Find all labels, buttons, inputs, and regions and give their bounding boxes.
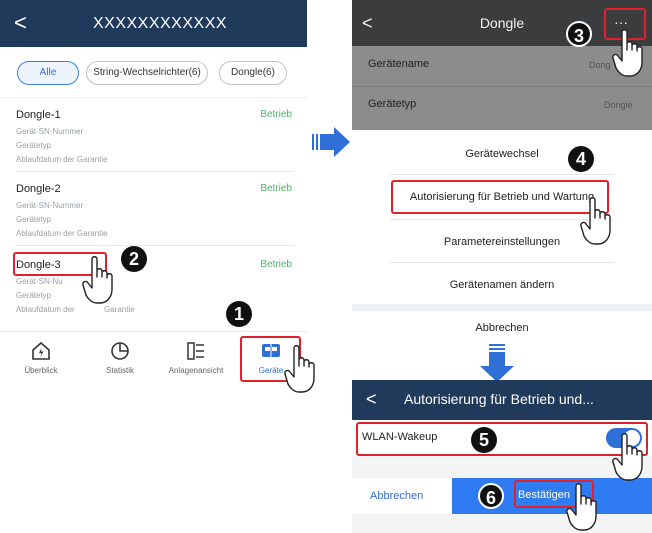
authorization-title: Autorisierung für Betrieb und... [404, 391, 594, 407]
step-badge-2: 2 [121, 246, 147, 272]
bottom-nav-divider [0, 331, 307, 332]
step-badge-6: 6 [478, 483, 504, 509]
divider [352, 86, 652, 87]
plant-title: XXXXXXXXXXXX [92, 15, 228, 32]
device-name-label: Gerätename [368, 58, 430, 70]
device-type-value: Dongle [604, 100, 633, 110]
filter-chip-string-inverter[interactable]: String-Wechselrichter(6) [86, 61, 208, 85]
menu-item-device-replacement[interactable]: Gerätewechsel [352, 148, 652, 160]
device-warranty: Ablaufdatum der Garantie [16, 155, 108, 164]
device-type-label: Gerätetyp [368, 98, 417, 110]
device-type: Gerätetyp [16, 141, 52, 150]
hand-pointer-icon [566, 483, 597, 531]
highlight-wlan-wakeup [356, 422, 648, 456]
filter-chip-dongle[interactable]: Dongle(6) [219, 61, 287, 85]
hand-pointer-icon [580, 197, 611, 245]
step-badge-5: 5 [471, 427, 497, 453]
divider [352, 304, 652, 311]
menu-item-rename-device[interactable]: Gerätenamen ändern [352, 279, 652, 291]
device-sn: Gerät-SN-Nu [16, 277, 63, 286]
device-warranty: Ablaufdatum der [16, 305, 75, 314]
cancel-button[interactable]: Abbrechen [370, 490, 423, 502]
hand-pointer-icon [612, 29, 643, 77]
device-type: Gerätetyp [16, 291, 52, 300]
step-badge-3: 3 [566, 21, 592, 47]
arrow-right-icon [312, 127, 350, 157]
device-name: Dongle-1 [16, 109, 61, 121]
back-button[interactable]: < [362, 13, 373, 34]
overview-home-icon[interactable] [29, 340, 53, 362]
device-list-item[interactable]: Dongle-1 Betrieb Gerät-SN-Nummer Gerätet… [16, 100, 294, 172]
device-status: Betrieb [260, 259, 292, 270]
statistics-pie-icon[interactable] [108, 340, 132, 362]
hand-pointer-icon [612, 433, 643, 481]
hand-pointer-icon [82, 256, 113, 304]
device-sn: Gerät-SN-Nummer [16, 201, 84, 210]
step-badge-1: 1 [226, 301, 252, 327]
device-sn: Gerät-SN-Nummer [16, 127, 84, 136]
filter-chip-all[interactable]: Alle [17, 61, 79, 85]
plant-view-icon[interactable] [184, 340, 208, 362]
sheet-cancel-button[interactable]: Abbrechen [352, 322, 652, 334]
device-warranty: Ablaufdatum der Garantie [16, 229, 108, 238]
device-status: Betrieb [260, 109, 292, 120]
nav-label-plant-view[interactable]: Anlagenansicht [156, 366, 236, 375]
device-list-item[interactable]: Dongle-2 Betrieb Gerät-SN-Nummer Gerätet… [16, 174, 294, 246]
device-name: Dongle-2 [16, 183, 61, 195]
hand-pointer-icon [284, 345, 315, 393]
highlight-authorization [391, 180, 609, 214]
divider [16, 245, 294, 246]
arrow-down-icon [480, 344, 514, 382]
device-warranty-tail: Garantie [104, 305, 135, 314]
device-name-value: Dong [589, 60, 611, 70]
divider [16, 171, 294, 172]
back-button[interactable]: < [14, 10, 34, 36]
divider [390, 174, 614, 175]
dongle-title: Dongle [479, 15, 525, 31]
back-button[interactable]: < [366, 389, 377, 410]
divider [390, 262, 614, 263]
left-phone-screen: < XXXXXXXXXXXX Alle String-Wechselrichte… [0, 0, 315, 533]
nav-label-statistics[interactable]: Statistik [80, 366, 160, 375]
divider [0, 97, 307, 98]
device-status: Betrieb [260, 183, 292, 194]
nav-label-overview[interactable]: Überblick [1, 366, 81, 375]
device-type: Gerätetyp [16, 215, 52, 224]
step-badge-4: 4 [568, 146, 594, 172]
